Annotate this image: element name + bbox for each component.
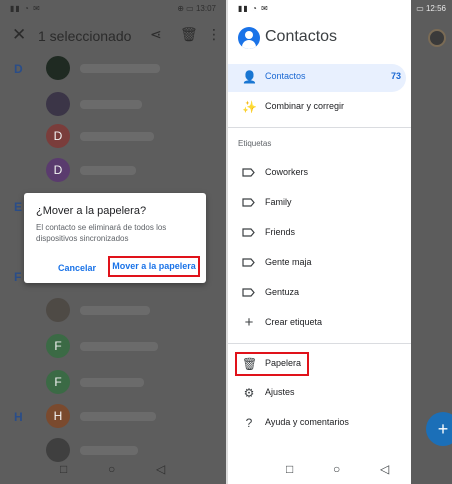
menu-item-create-label[interactable]: + Crear etiqueta	[228, 313, 411, 335]
dialog-title: ¿Mover a la papelera?	[36, 205, 147, 217]
status-bar: ▮▮ ◔ ✉	[228, 0, 411, 18]
status-signal-icons: ▮▮ ◔ ✉	[10, 4, 41, 13]
status-bar-right: ▭ 12:56	[392, 0, 452, 18]
labels-header: Etiquetas	[238, 139, 272, 148]
close-icon[interactable]: ✕	[12, 25, 26, 45]
app-title: Contactos	[265, 28, 338, 45]
cancel-button[interactable]: Cancelar	[58, 263, 96, 273]
divider	[228, 343, 411, 344]
label-item-gente-maja[interactable]: Gente maja	[228, 253, 411, 275]
menu-item-label: Friends	[265, 227, 296, 237]
navigation-drawer: ▮▮ ◔ ✉ Contactos 👤 Contactos 73 ✨ Combin…	[228, 0, 411, 484]
blurred-contact-name	[80, 100, 142, 109]
contact-avatar[interactable]: F	[46, 334, 70, 358]
status-bar: ▮▮ ◔ ✉ ⊕ ▭ 13:07	[0, 0, 226, 18]
home-icon[interactable]: ○	[333, 462, 340, 476]
blurred-contact-name	[80, 378, 144, 387]
blurred-contact-name	[80, 412, 156, 421]
blurred-contact-name	[80, 166, 136, 175]
menu-item-help[interactable]: ? Ayuda y comentarios	[228, 413, 411, 435]
menu-item-label: Combinar y corregir	[265, 101, 345, 111]
status-time: ⊕ ▭ 13:07	[177, 4, 216, 13]
account-avatar[interactable]	[428, 29, 446, 47]
menu-item-label: Coworkers	[265, 167, 309, 177]
move-to-trash-button[interactable]: Mover a la papelera	[108, 256, 200, 277]
contacts-count: 73	[390, 71, 401, 81]
status-time-text: 13:07	[195, 4, 216, 13]
system-nav-bar: □ ○ ◁	[0, 454, 226, 484]
label-item-family[interactable]: Family	[228, 193, 411, 215]
label-item-coworkers[interactable]: Coworkers	[228, 163, 411, 185]
menu-item-label: Gentuza	[265, 287, 300, 297]
add-contact-fab[interactable]: +	[426, 412, 452, 446]
right-phone-screen: + ▮▮ ◔ ✉ Contactos 👤 Contactos 73 ✨ Comb…	[228, 0, 452, 484]
gear-icon: ⚙	[243, 386, 255, 400]
recents-icon[interactable]: □	[60, 462, 67, 476]
dialog-message: El contacto se eliminará de todos los di…	[36, 223, 167, 243]
trash-highlight-box	[235, 352, 309, 376]
contact-avatar[interactable]: D	[46, 124, 70, 148]
menu-item-label: Ajustes	[265, 387, 295, 397]
status-time: ▭ 12:56	[416, 4, 446, 13]
delete-icon[interactable]: 🗑	[180, 26, 198, 43]
label-item-friends[interactable]: Friends	[228, 223, 411, 245]
plus-icon: +	[244, 314, 254, 331]
status-time-text: 12:56	[425, 4, 446, 13]
screenshot-root: ▮▮ ◔ ✉ ⊕ ▭ 13:07 ✕ 1 seleccionado ⋖ 🗑 ⋮ …	[0, 0, 452, 484]
blurred-contact-name	[80, 132, 154, 141]
back-icon[interactable]: ◁	[156, 462, 165, 476]
contact-avatar[interactable]	[46, 56, 70, 80]
back-icon[interactable]: ◁	[380, 462, 389, 476]
label-icon	[242, 228, 255, 237]
magic-wand-icon: ✨	[242, 100, 257, 114]
selection-count: 1 seleccionado	[38, 28, 132, 44]
contact-avatar[interactable]: H	[46, 404, 70, 428]
share-icon[interactable]: ⋖	[150, 26, 162, 43]
menu-item-merge-fix[interactable]: ✨ Combinar y corregir	[228, 97, 411, 119]
section-letter-h: H	[14, 410, 23, 424]
contacts-logo-icon	[238, 27, 260, 49]
label-icon	[242, 258, 255, 267]
blurred-contact-name	[80, 306, 150, 315]
label-icon	[242, 288, 255, 297]
blurred-contact-name	[80, 342, 158, 351]
label-item-gentuza[interactable]: Gentuza	[228, 283, 411, 305]
section-letter-d: D	[14, 62, 23, 76]
help-icon: ?	[245, 416, 253, 430]
menu-item-label: Gente maja	[265, 257, 312, 267]
contact-avatar[interactable]	[46, 92, 70, 116]
contact-avatar[interactable]	[46, 298, 70, 322]
system-nav-bar: □ ○ ◁	[228, 454, 411, 484]
menu-item-contacts[interactable]: 👤 Contactos 73	[228, 67, 411, 89]
selection-toolbar: ✕ 1 seleccionado ⋖ 🗑 ⋮	[0, 22, 226, 50]
menu-item-label: Crear etiqueta	[265, 317, 323, 327]
label-icon	[242, 198, 255, 207]
more-vert-icon[interactable]: ⋮	[207, 26, 221, 43]
person-icon: 👤	[242, 70, 257, 84]
left-phone-screen: ▮▮ ◔ ✉ ⊕ ▭ 13:07 ✕ 1 seleccionado ⋖ 🗑 ⋮ …	[0, 0, 226, 484]
menu-item-label: Contactos	[265, 71, 306, 81]
menu-item-settings[interactable]: ⚙ Ajustes	[228, 383, 411, 405]
contact-avatar[interactable]: F	[46, 370, 70, 394]
label-icon	[242, 168, 255, 177]
home-icon[interactable]: ○	[108, 462, 115, 476]
divider	[228, 127, 411, 128]
section-letter-e: E	[14, 200, 23, 214]
section-letter-f: F	[14, 270, 22, 284]
menu-item-label: Family	[265, 197, 292, 207]
status-signal-icons: ▮▮ ◔ ✉	[238, 4, 269, 13]
move-to-trash-dialog: ¿Mover a la papelera? El contacto se eli…	[24, 193, 206, 283]
menu-item-label: Ayuda y comentarios	[265, 417, 349, 427]
contact-avatar[interactable]: D	[46, 158, 70, 182]
blurred-contact-name	[80, 64, 160, 73]
recents-icon[interactable]: □	[286, 462, 293, 476]
